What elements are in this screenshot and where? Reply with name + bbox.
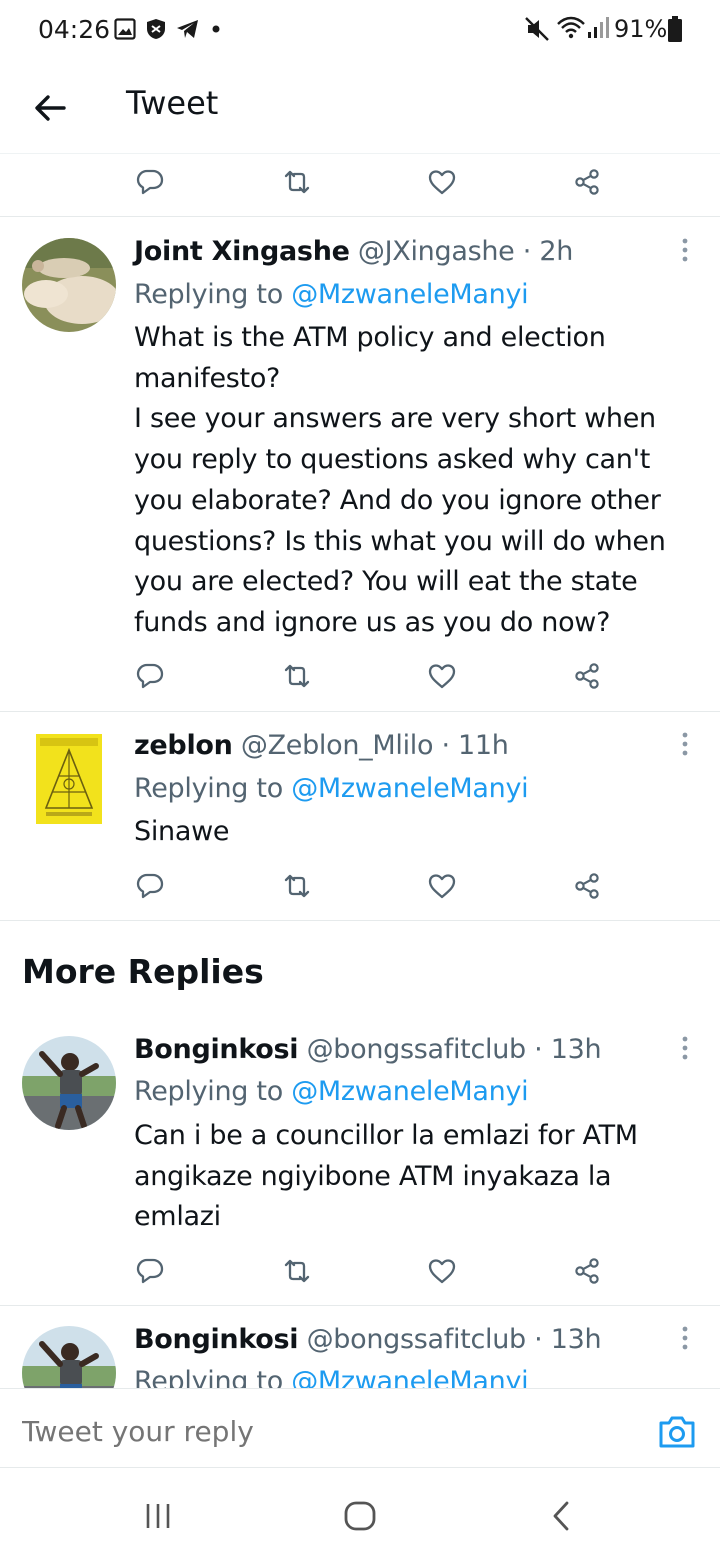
reply-composer <box>0 1388 720 1468</box>
tweet-line: angikaze ngiyibone ATM inyakaza la <box>134 1160 612 1192</box>
handle-and-time: @bongssafitclub · 13h <box>306 1324 602 1355</box>
share-icon <box>575 663 599 689</box>
tweet-line: you elaborate? And do you ignore other <box>134 484 661 516</box>
tweet-line: I see your answers are very short when <box>134 403 656 435</box>
display-name[interactable]: Joint Xingashe <box>134 236 350 267</box>
recent-apps-icon[interactable] <box>138 1496 178 1536</box>
tweet-line: you are elected? You will eat the state <box>134 566 638 598</box>
divider <box>0 711 720 712</box>
battery-icon <box>668 16 682 42</box>
share-button[interactable] <box>565 654 609 698</box>
display-name[interactable]: zeblon <box>134 730 233 761</box>
like-button[interactable] <box>420 160 464 204</box>
tweet-actions <box>0 864 720 908</box>
tweet-line: manifesto? <box>134 362 281 394</box>
avatar[interactable] <box>22 1036 116 1130</box>
replying-mention[interactable]: @MzwaneleManyi <box>291 1076 528 1107</box>
replying-mention[interactable]: @MzwaneleManyi <box>291 773 528 804</box>
retweet-button[interactable] <box>275 654 319 698</box>
system-nav-bar <box>0 1468 720 1560</box>
display-name[interactable]: Bonginkosi <box>134 1324 299 1355</box>
reply-button[interactable] <box>128 160 172 204</box>
mute-icon <box>525 17 549 41</box>
reply-icon <box>136 169 164 195</box>
divider <box>0 216 720 217</box>
more-replies-heading: More Replies <box>22 952 264 991</box>
display-name[interactable]: Bonginkosi <box>134 1034 299 1065</box>
status-time: 04:26 <box>38 15 111 44</box>
divider <box>0 1305 720 1306</box>
replying-label: Replying to <box>134 1076 292 1107</box>
reply-icon <box>136 1258 164 1284</box>
reply-button[interactable] <box>128 864 172 908</box>
handle-and-time: @Zeblon_Mlilo · 11h <box>240 730 509 761</box>
reply-button[interactable] <box>128 1249 172 1293</box>
tweet-actions <box>0 1249 720 1293</box>
handle-and-time: @JXingashe · 2h <box>357 236 574 267</box>
replying-label: Replying to <box>134 279 292 310</box>
retweet-icon <box>284 664 310 688</box>
tweet-text: Sinawe <box>134 812 694 853</box>
tweet-text: What is the ATM policy and election mani… <box>134 318 694 644</box>
share-icon <box>575 169 599 195</box>
more-options-icon[interactable] <box>670 1324 700 1354</box>
avatar[interactable] <box>22 732 116 826</box>
retweet-icon <box>284 170 310 194</box>
status-bar: 04:26 91% <box>0 0 720 62</box>
tweet-line: funds and ignore us as you do now? <box>134 606 611 638</box>
telegram-icon <box>177 20 198 38</box>
tweet-actions <box>0 160 720 204</box>
retweet-button[interactable] <box>275 1249 319 1293</box>
heart-icon <box>428 664 456 689</box>
divider <box>0 920 720 921</box>
avatar[interactable] <box>22 238 116 332</box>
share-button[interactable] <box>565 160 609 204</box>
tweet-line: you reply to questions asked why can't <box>134 444 650 476</box>
tweet-text: Can i be a councillor la emlazi for ATM … <box>134 1116 694 1238</box>
notification-dot-icon <box>212 25 220 33</box>
gallery-icon <box>114 18 136 40</box>
like-button[interactable] <box>420 654 464 698</box>
replying-mention[interactable]: @MzwaneleManyi <box>291 279 528 310</box>
more-options-icon[interactable] <box>670 236 700 266</box>
top-app-bar: Tweet <box>0 62 720 154</box>
reply-input[interactable] <box>22 1415 622 1448</box>
heart-icon <box>428 1259 456 1284</box>
page-title: Tweet <box>126 84 219 122</box>
wifi-icon <box>557 16 585 39</box>
shield-icon <box>147 19 165 39</box>
retweet-icon <box>284 874 310 898</box>
camera-icon[interactable] <box>656 1411 698 1453</box>
tweet-line: Sinawe <box>134 816 230 847</box>
back-nav-icon[interactable] <box>542 1496 582 1536</box>
share-icon <box>575 873 599 899</box>
share-icon <box>575 1258 599 1284</box>
retweet-icon <box>284 1259 310 1283</box>
tweet-actions <box>0 654 720 698</box>
replying-label: Replying to <box>134 773 292 804</box>
tweet-line: Can i be a councillor la emlazi for ATM <box>134 1120 638 1151</box>
share-button[interactable] <box>565 864 609 908</box>
home-icon[interactable] <box>340 1496 380 1536</box>
tweet-line: What is the ATM policy and election <box>134 322 606 353</box>
like-button[interactable] <box>420 864 464 908</box>
battery-percent: 91% <box>614 15 668 43</box>
tweet-line: questions? Is this what you will do when <box>134 525 666 557</box>
more-options-icon[interactable] <box>670 1034 700 1064</box>
back-arrow-icon[interactable] <box>28 86 72 130</box>
tweet-line: emlazi <box>134 1201 221 1233</box>
reply-button[interactable] <box>128 654 172 698</box>
reply-icon <box>136 663 164 689</box>
heart-icon <box>428 170 456 195</box>
signal-icon <box>588 17 609 38</box>
more-options-icon[interactable] <box>670 730 700 760</box>
handle-and-time: @bongssafitclub · 13h <box>306 1034 602 1065</box>
share-button[interactable] <box>565 1249 609 1293</box>
retweet-button[interactable] <box>275 864 319 908</box>
reply-icon <box>136 873 164 899</box>
heart-icon <box>428 874 456 899</box>
like-button[interactable] <box>420 1249 464 1293</box>
retweet-button[interactable] <box>275 160 319 204</box>
